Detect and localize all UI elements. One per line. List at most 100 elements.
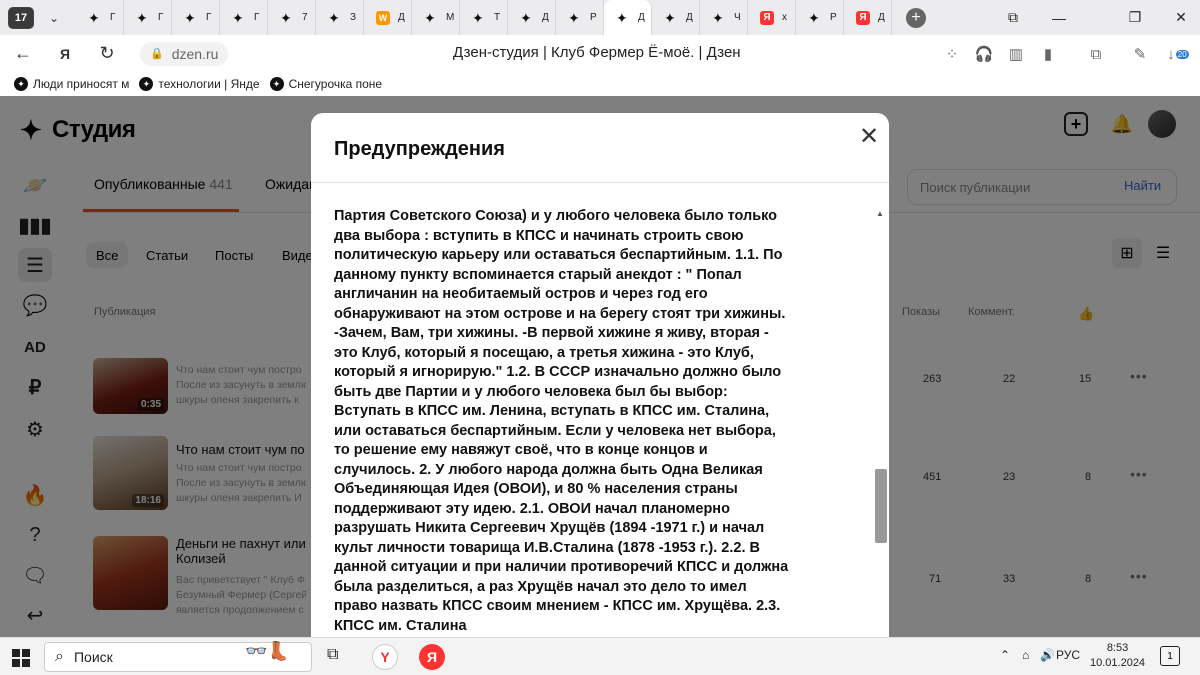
dzen-star-icon: ✦: [616, 9, 628, 26]
tab-label: Г: [110, 12, 116, 23]
tab-label: Т: [494, 12, 501, 23]
windows-start-icon[interactable]: [12, 649, 30, 667]
downloads-icon[interactable]: ↓ 20: [1166, 42, 1190, 66]
browser-tab[interactable]: ✦ М: [412, 0, 460, 35]
tab-label: Г: [158, 12, 164, 23]
tray-chevron-icon[interactable]: ⌃: [1000, 648, 1010, 662]
browser-tab[interactable]: ЯД: [844, 0, 892, 35]
tab-manager-icon[interactable]: ⧉: [990, 0, 1036, 35]
dzen-star-icon: ✦: [328, 9, 340, 26]
tab-count-badge[interactable]: 17: [8, 6, 34, 29]
dzen-star-icon: ✦: [280, 9, 292, 26]
browser-tab[interactable]: ✦ 7: [268, 0, 316, 35]
dzen-star-icon: ✦: [424, 9, 436, 26]
browser-tab[interactable]: ✦ Г: [76, 0, 124, 35]
bookmark-item[interactable]: ✦ технологии | Янде: [139, 77, 260, 91]
yandex-icon: Я: [760, 10, 774, 25]
dzen-star-icon: ✦: [712, 9, 724, 26]
dzen-star-icon: ✦: [232, 9, 244, 26]
translate-icon[interactable]: ✎: [1128, 42, 1152, 66]
browser-tab[interactable]: ✦ Р: [796, 0, 844, 35]
browser-tab[interactable]: Ях: [748, 0, 796, 35]
windows-taskbar: ⌕ Поиск 👓👢 ⧉ Y Я ⌃ ⌂ 🔊 РУС 8:53 10.01.20…: [0, 637, 1200, 675]
task-view-icon[interactable]: ⧉: [327, 646, 338, 664]
reader-icon[interactable]: ▥: [1004, 42, 1028, 66]
tab-label: Д: [686, 12, 693, 23]
modal-body-text: Партия Советского Союза) и у любого чело…: [334, 208, 789, 634]
page-title: Дзен-студия | Клуб Фермер Ё-моё. | Дзен: [453, 44, 741, 61]
tab-label: 7: [302, 12, 308, 23]
browser-tab[interactable]: WД: [364, 0, 412, 35]
bookmark-item[interactable]: ✦ Люди приносят м: [14, 77, 129, 91]
language-indicator[interactable]: РУС: [1056, 648, 1080, 662]
tab-label: Р: [590, 12, 597, 23]
volume-icon[interactable]: 🔊: [1040, 648, 1055, 662]
modal-divider: [311, 182, 889, 183]
tab-label: Д: [878, 12, 885, 23]
dzen-star-icon: ✦: [88, 9, 100, 26]
apps-grid-icon[interactable]: ⁘: [940, 42, 964, 66]
tab-label: Ч: [734, 12, 741, 23]
dzen-star-icon: ✦: [664, 9, 676, 26]
w-icon: W: [376, 10, 390, 25]
dzen-star-icon: ✦: [520, 9, 532, 26]
tab-label: З: [350, 12, 357, 23]
browser-tab[interactable]: ✦ Ч: [700, 0, 748, 35]
close-window-button[interactable]: ✕: [1158, 0, 1200, 35]
scroll-up-arrow-icon[interactable]: ▲: [876, 209, 884, 218]
modal-title: Предупреждения: [334, 138, 505, 160]
tab-label: Д: [638, 12, 645, 23]
dzen-star-icon: ✦: [472, 9, 484, 26]
dzen-star-icon: ✦: [808, 9, 820, 26]
browser-tab[interactable]: ✦ Т: [460, 0, 508, 35]
yandex-home-icon[interactable]: Я: [50, 39, 80, 69]
network-icon[interactable]: ⌂: [1022, 648, 1029, 662]
tab-label: М: [446, 12, 455, 23]
dzen-star-icon: ✦: [568, 9, 580, 26]
maximize-button[interactable]: ❐: [1112, 0, 1158, 35]
dzen-star-icon: ✦: [184, 9, 196, 26]
dzen-star-icon: ✦: [14, 77, 28, 91]
notifications-button[interactable]: 1: [1160, 646, 1180, 666]
warnings-modal: Предупреждения ✕ Партия Советского Союза…: [311, 113, 889, 637]
browser-tab[interactable]: ✦ Д: [652, 0, 700, 35]
tab-label: Г: [206, 12, 212, 23]
modal-scrollbar[interactable]: [875, 469, 887, 543]
dzen-star-icon: ✦: [139, 77, 154, 91]
collections-icon[interactable]: ⧉: [1084, 42, 1108, 66]
new-tab-button[interactable]: +: [906, 7, 926, 28]
tab-label: Р: [830, 12, 837, 23]
browser-tab[interactable]: ✦ З: [316, 0, 364, 35]
url-text: dzen.ru: [171, 45, 219, 62]
url-field[interactable]: 🔒 dzen.ru: [140, 41, 229, 66]
close-icon[interactable]: ✕: [856, 123, 882, 150]
tab-label: Г: [254, 12, 260, 23]
browser-tab[interactable]: ✦ Г: [124, 0, 172, 35]
reload-icon[interactable]: ↻: [92, 39, 122, 69]
yandex-browser-icon[interactable]: Y: [372, 644, 398, 670]
search-icon: ⌕: [55, 648, 64, 665]
bookmark-item[interactable]: ✦ Снегурочка поне: [269, 77, 382, 91]
browser-tab[interactable]: ✦ Г: [172, 0, 220, 35]
downloads-badge: 20: [1175, 49, 1189, 59]
lock-icon: 🔒: [150, 48, 164, 60]
headphones-icon[interactable]: 🎧: [972, 42, 996, 66]
bookmark-icon[interactable]: ▮: [1036, 42, 1060, 66]
tab-label: Д: [398, 12, 405, 23]
back-arrow-icon[interactable]: ←: [8, 39, 38, 69]
tab-label: Д: [542, 12, 549, 23]
dzen-star-icon: ✦: [269, 77, 284, 91]
tab-label: х: [782, 12, 787, 23]
search-highlight-icon: 👓👢: [245, 641, 290, 661]
browser-tab[interactable]: ✦ Д: [508, 0, 556, 35]
clock[interactable]: 8:53 10.01.2024: [1090, 641, 1145, 671]
browser-tab[interactable]: ✦ Д: [604, 0, 652, 35]
minimize-button[interactable]: —: [1036, 0, 1082, 35]
bookmarks-bar: ✦ Люди приносят м ✦ технологии | Янде ✦ Сне…: [0, 72, 1200, 96]
yandex-icon: Я: [856, 10, 870, 25]
browser-tab[interactable]: ✦ Р: [556, 0, 604, 35]
yandex-app-icon[interactable]: Я: [419, 644, 445, 670]
tab-list: ✦ Г ✦ Г ✦ Г ✦ Г ✦ 7 ✦ З W Д ✦ М ✦ Т ✦ Д ✦ Р ✦ Д ✦ Д ✦ Ч Ях ✦ Р Я Д: [76, 0, 892, 35]
tabs-dropdown-chevron-icon[interactable]: ⌄: [42, 6, 66, 30]
browser-tab[interactable]: ✦ Г: [220, 0, 268, 35]
